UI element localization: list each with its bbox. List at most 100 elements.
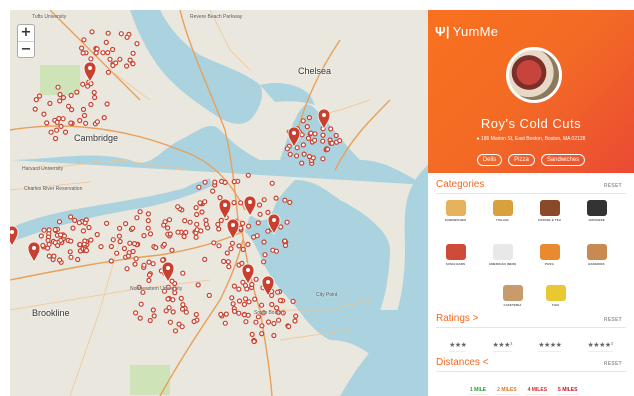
restaurant-dot[interactable] [33,96,39,103]
restaurant-dot[interactable] [245,172,251,178]
restaurant-dot[interactable] [53,127,60,133]
restaurant-dot[interactable] [262,252,268,258]
restaurant-dot[interactable] [130,225,136,231]
restaurant-dot[interactable] [261,197,267,203]
restaurant-dot[interactable] [127,57,133,63]
restaurant-dot[interactable] [301,151,307,157]
restaurant-dot[interactable] [46,241,52,247]
restaurant-dot[interactable] [100,50,106,56]
restaurant-dot[interactable] [137,315,143,321]
restaurant-dot[interactable] [103,39,109,46]
restaurant-dot[interactable] [78,45,85,51]
restaurant-dot[interactable] [167,319,173,325]
tag-pizza[interactable]: Pizza [508,154,535,166]
restaurant-dot[interactable] [265,209,271,215]
rating-4-5-stars[interactable]: ★★★★¹ [587,341,613,352]
restaurant-dot[interactable] [239,260,245,266]
distance-1-mile[interactable]: 1 MILE [468,386,489,395]
restaurant-dot[interactable] [306,114,312,121]
restaurant-dot[interactable] [287,151,293,157]
restaurant-dot[interactable] [183,309,189,315]
category-sushi-bars[interactable]: SUSHI BARS [438,244,473,266]
restaurant-dot[interactable] [146,272,153,278]
restaurant-dot[interactable] [231,308,238,314]
restaurant-dot[interactable] [293,313,299,319]
restaurant-dot[interactable] [125,253,132,259]
restaurant-dot[interactable] [117,56,123,62]
restaurant-dot[interactable] [141,262,147,268]
restaurant-dot[interactable] [245,241,251,247]
restaurant-dot[interactable] [218,217,224,223]
restaurant-dot[interactable] [60,94,67,101]
restaurant-dot[interactable] [38,233,44,239]
restaurant-dot[interactable] [179,306,186,312]
restaurant-dot[interactable] [44,120,50,126]
restaurant-dot[interactable] [124,266,130,272]
restaurant-dot[interactable] [36,93,43,99]
restaurant-dot[interactable] [146,259,152,265]
restaurant-dot[interactable] [122,221,129,227]
restaurant-dot[interactable] [127,240,133,246]
restaurant-dot[interactable] [54,242,61,249]
restaurant-dot[interactable] [178,295,184,301]
restaurant-dot[interactable] [215,221,221,227]
restaurant-dot[interactable] [231,283,237,289]
restaurant-dot[interactable] [94,231,100,238]
restaurant-dot[interactable] [182,218,188,224]
restaurant-dot[interactable] [167,231,173,237]
restaurant-dot[interactable] [236,286,242,292]
restaurant-dot[interactable] [46,227,52,233]
restaurant-dot[interactable] [257,211,263,217]
restaurant-dot[interactable] [259,323,265,329]
app-logo[interactable]: Ψ| YumMe [435,24,498,39]
restaurant-dot[interactable] [265,319,272,325]
restaurant-dot[interactable] [197,200,203,206]
restaurant-dot[interactable] [58,123,64,130]
restaurant-dot[interactable] [94,46,100,52]
restaurant-dot[interactable] [47,100,53,107]
restaurant-dot[interactable] [329,140,335,146]
restaurant-dot[interactable] [202,256,208,262]
restaurant-dot[interactable] [253,276,259,282]
restaurant-dot[interactable] [147,231,154,237]
restaurant-dot[interactable] [191,318,197,325]
restaurant-dot[interactable] [88,101,94,108]
restaurant-dot[interactable] [216,226,222,232]
restaurant-dot[interactable] [325,146,331,152]
restaurant-dot[interactable] [114,250,120,256]
restaurant-dot[interactable] [225,259,231,265]
restaurant-dot[interactable] [82,220,88,226]
restaurant-dot[interactable] [271,332,277,339]
restaurant-dot[interactable] [222,320,228,326]
restaurant-dot[interactable] [212,179,218,185]
restaurant-dot[interactable] [82,120,89,126]
restaurant-dot[interactable] [150,307,156,313]
restaurant-dot[interactable] [75,256,81,263]
restaurant-dot[interactable] [60,116,66,122]
restaurant-dot[interactable] [251,234,257,240]
restaurant-dot[interactable] [195,282,201,288]
restaurant-dot[interactable] [108,243,115,250]
restaurant-dot[interactable] [271,320,277,327]
rating-3-5-stars[interactable]: ★★★¹ [492,341,513,352]
rating-3-stars[interactable]: ★★★ [449,341,467,352]
restaurant-dot[interactable] [217,195,223,201]
restaurant-dot[interactable] [151,313,157,319]
restaurant-dot[interactable] [80,106,87,113]
restaurant-dot[interactable] [282,238,288,244]
restaurant-dot[interactable] [284,219,290,225]
restaurant-dot[interactable] [242,296,249,302]
restaurant-dot[interactable] [121,245,128,252]
restaurant-dot[interactable] [305,135,312,141]
category-coffee-tea[interactable]: COFFEE & TEA [532,200,567,222]
category-bakeries[interactable]: BAKERIES [579,244,614,266]
restaurant-dot[interactable] [116,233,123,239]
restaurant-dot[interactable] [169,278,175,284]
restaurant-dot[interactable] [62,129,69,135]
restaurant-dot[interactable] [333,132,339,139]
restaurant-dot[interactable] [261,239,267,245]
restaurant-dot[interactable] [236,243,242,249]
restaurant-dot[interactable] [118,31,124,37]
categories-reset-button[interactable]: RESET [604,183,622,189]
restaurant-dot[interactable] [76,220,82,226]
